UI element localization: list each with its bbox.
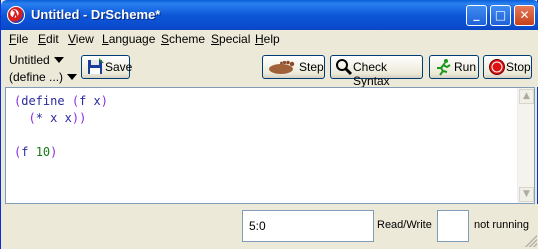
cursor-position-field: 5:0 bbox=[242, 210, 374, 242]
code-line: (f 10) bbox=[14, 144, 108, 161]
step-button[interactable]: Step bbox=[262, 55, 325, 79]
stop-sign-icon bbox=[489, 59, 505, 75]
status-bar: 5:0 Read/Write not running bbox=[1, 204, 538, 249]
menu-help[interactable]: Help bbox=[255, 32, 280, 46]
code-token: x bbox=[64, 111, 72, 125]
scroll-up-icon[interactable]: ▲ bbox=[519, 89, 534, 104]
code-line: (define (f x) bbox=[14, 93, 108, 110]
menu-bar: File Edit View Language Scheme Special H… bbox=[1, 30, 538, 49]
stop-label: Stop bbox=[506, 60, 531, 74]
drscheme-window: λ Untitled - DrScheme* _ □ ✕ File Edit V… bbox=[0, 0, 538, 249]
code-token: ) bbox=[79, 111, 87, 125]
menu-language[interactable]: Language bbox=[102, 32, 155, 46]
floppy-disk-icon bbox=[88, 58, 104, 74]
maximize-icon: □ bbox=[494, 8, 507, 22]
title-bar[interactable]: λ Untitled - DrScheme* _ □ ✕ bbox=[1, 0, 538, 30]
check-syntax-button[interactable]: Check Syntax bbox=[330, 55, 423, 88]
code-text[interactable]: (define (f x) (* x x)) (f 10) bbox=[14, 93, 108, 161]
minimize-icon: _ bbox=[473, 7, 480, 21]
save-button[interactable]: Save bbox=[81, 55, 133, 79]
step-label: Step bbox=[299, 60, 324, 74]
drscheme-lambda-icon[interactable]: λ bbox=[7, 6, 25, 24]
cursor-position: 5:0 bbox=[249, 219, 266, 233]
menu-edit[interactable]: Edit bbox=[38, 32, 59, 46]
run-label: Run bbox=[454, 60, 477, 74]
minimize-button[interactable]: _ bbox=[466, 5, 487, 26]
menu-view[interactable]: View bbox=[68, 32, 94, 46]
stop-button[interactable]: Stop bbox=[483, 55, 532, 79]
toolbar: Untitled (define ...) Save Step Check Sy… bbox=[1, 49, 538, 88]
running-status: not running bbox=[474, 219, 530, 231]
file-dropdown[interactable]: Untitled bbox=[9, 53, 64, 67]
resize-grip-icon[interactable] bbox=[525, 235, 537, 247]
save-label: Save bbox=[105, 60, 133, 74]
read-write-status[interactable]: Read/Write bbox=[377, 219, 432, 231]
code-token: ) bbox=[50, 145, 58, 159]
window-title: Untitled - DrScheme* bbox=[31, 7, 161, 22]
code-token: ( bbox=[71, 94, 80, 108]
footprint-icon bbox=[269, 60, 295, 74]
definitions-editor[interactable]: (define (f x) (* x x)) (f 10) ▲ ▼ bbox=[5, 87, 535, 204]
running-man-icon bbox=[437, 59, 451, 76]
code-token: * bbox=[35, 111, 43, 125]
code-token: define bbox=[21, 94, 65, 108]
define-dropdown[interactable]: (define ...) bbox=[9, 70, 78, 84]
define-dropdown-label: (define ...) bbox=[9, 70, 64, 84]
check-syntax-label: Check Syntax bbox=[353, 60, 390, 88]
code-token: ) bbox=[71, 111, 80, 125]
chevron-down-icon bbox=[53, 57, 64, 63]
code-token: 10 bbox=[35, 145, 51, 159]
close-button[interactable]: ✕ bbox=[514, 5, 535, 26]
file-dropdown-label: Untitled bbox=[9, 53, 50, 67]
menu-scheme[interactable]: Scheme bbox=[161, 32, 205, 46]
gc-indicator bbox=[437, 210, 469, 242]
vertical-scrollbar[interactable]: ▲ ▼ bbox=[517, 88, 534, 203]
menu-special[interactable]: Special bbox=[211, 32, 250, 46]
scroll-down-icon[interactable]: ▼ bbox=[519, 187, 534, 202]
magnifier-icon bbox=[336, 59, 353, 76]
chevron-down-icon bbox=[67, 74, 78, 80]
close-icon: ✕ bbox=[519, 8, 530, 22]
run-button[interactable]: Run bbox=[429, 55, 479, 79]
code-token: ( bbox=[28, 111, 36, 125]
maximize-button[interactable]: □ bbox=[490, 5, 511, 26]
menu-file[interactable]: File bbox=[9, 32, 28, 46]
code-token: ) bbox=[100, 94, 108, 108]
code-line: (* x x)) bbox=[14, 110, 108, 127]
code-token: x bbox=[93, 94, 101, 108]
